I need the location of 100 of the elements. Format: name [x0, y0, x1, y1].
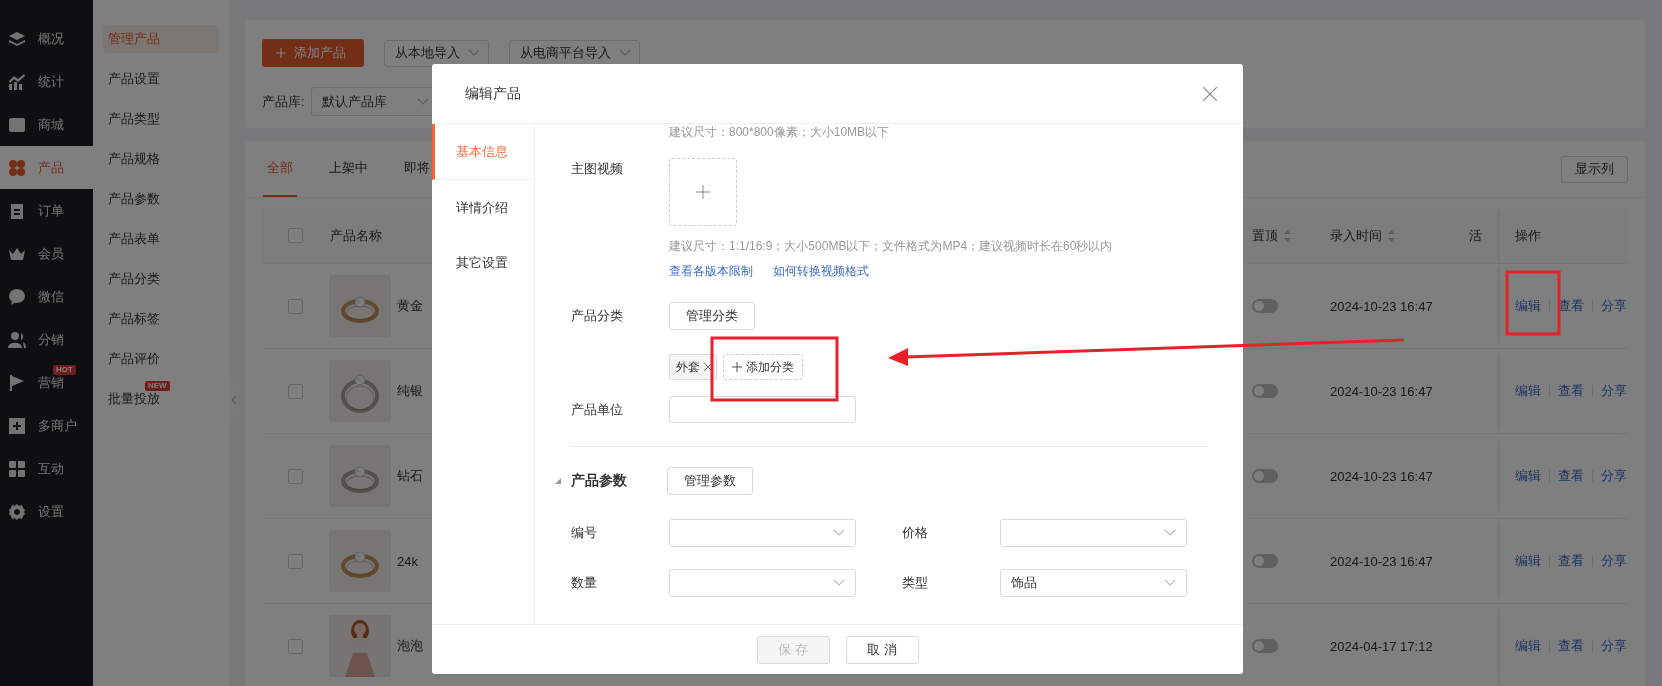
nav-icon [8, 459, 26, 478]
status-tab[interactable]: 全部 [263, 141, 297, 197]
checkbox[interactable] [288, 228, 303, 243]
pin-toggle[interactable] [1252, 554, 1278, 568]
submenu-item[interactable]: 产品分类 [103, 259, 219, 299]
nav-icon [8, 373, 26, 392]
columns-button[interactable]: 显示列 [1561, 155, 1628, 183]
nav-item[interactable]: 产品 [0, 146, 93, 189]
sort-icon[interactable] [1284, 229, 1291, 242]
checkbox[interactable] [288, 298, 303, 314]
action-link[interactable]: 查看 [1558, 552, 1584, 570]
section-title: 产品参数 [571, 472, 628, 490]
action-link[interactable]: 分享 [1601, 637, 1627, 655]
param-select[interactable] [669, 519, 856, 547]
nav-icon [8, 115, 26, 134]
nav-icon [8, 502, 26, 521]
manage-category-button[interactable]: 管理分类 [669, 302, 755, 330]
manage-params-button[interactable]: 管理参数 [667, 467, 753, 495]
submenu-item[interactable]: 管理产品 [103, 25, 219, 53]
sort-icon[interactable] [1388, 229, 1395, 242]
chevron-down-icon [416, 97, 429, 106]
nav-item[interactable]: 设置 [0, 490, 93, 533]
submenu-item[interactable]: 产品类型 [103, 99, 219, 139]
submenu-item[interactable]: NEW 批量投放 [103, 379, 219, 419]
chevron-left-icon [231, 396, 237, 404]
nav-icon [8, 330, 26, 349]
nav-icon [8, 416, 26, 435]
nav-item[interactable]: 概况 [0, 17, 93, 60]
product-name: 纯银 [397, 383, 423, 398]
checkbox[interactable] [288, 553, 303, 569]
add-category-button[interactable]: 添加分类 [723, 354, 803, 380]
plus-icon [276, 48, 286, 58]
pin-toggle[interactable] [1252, 639, 1278, 653]
new-badge: NEW [145, 381, 170, 391]
nav-item[interactable]: 订单 [0, 189, 93, 232]
checkbox[interactable] [288, 638, 303, 654]
action-link[interactable]: 编辑 [1515, 297, 1541, 315]
nav-item[interactable]: HOT 营销 [0, 361, 93, 404]
submenu-item[interactable]: 产品表单 [103, 219, 219, 259]
action-link[interactable]: 编辑 [1515, 467, 1541, 485]
param-select[interactable] [1000, 519, 1187, 547]
action-link[interactable]: 分享 [1601, 467, 1627, 485]
submenu-item[interactable]: 产品规格 [103, 139, 219, 179]
action-link[interactable]: 查看 [1558, 467, 1584, 485]
help-link[interactable]: 如何转换视频格式 [773, 263, 869, 280]
checkbox[interactable] [288, 383, 303, 399]
action-link[interactable]: 查看 [1558, 637, 1584, 655]
cancel-button[interactable]: 取 消 [845, 635, 919, 664]
param-select[interactable] [669, 569, 856, 597]
nav-item[interactable]: 分销 [0, 318, 93, 361]
status-tab[interactable]: 即将 [400, 141, 434, 197]
video-upload[interactable] [669, 158, 737, 226]
unit-input[interactable] [669, 396, 856, 423]
submenu-item[interactable]: 产品设置 [103, 59, 219, 99]
action-link[interactable]: 分享 [1601, 382, 1627, 400]
close-icon[interactable] [704, 363, 712, 371]
category-tag: 外套 [669, 354, 717, 380]
nav-item[interactable]: 多商户 [0, 404, 93, 447]
nav-item[interactable]: 商城 [0, 103, 93, 146]
submenu-item[interactable]: 产品标签 [103, 299, 219, 339]
help-link[interactable]: 查看各版本限制 [669, 263, 753, 280]
plus-icon [696, 185, 710, 199]
dialog-tab[interactable]: 基本信息 [432, 124, 534, 180]
pin-toggle[interactable] [1252, 469, 1278, 483]
entry-time: 2024-04-17 17:12 [1330, 638, 1433, 654]
nav-item[interactable]: 会员 [0, 232, 93, 275]
column-header: 产品名称 [330, 227, 382, 243]
column-header: 活 [1469, 227, 1482, 243]
chevron-down-icon [619, 49, 631, 57]
pin-toggle[interactable] [1252, 299, 1278, 313]
column-header: 操作 [1515, 226, 1541, 245]
action-link[interactable]: 分享 [1601, 552, 1627, 570]
action-link[interactable]: 编辑 [1515, 552, 1541, 570]
close-icon[interactable] [1203, 86, 1217, 101]
column-header: 置顶 [1252, 226, 1278, 245]
import-dropdown[interactable]: 从电商平台导入 [509, 39, 640, 67]
nav-item[interactable]: 微信 [0, 275, 93, 318]
nav-item[interactable]: 互动 [0, 447, 93, 490]
dialog-tab[interactable]: 详情介绍 [432, 180, 534, 235]
pin-toggle[interactable] [1252, 384, 1278, 398]
dialog-tab[interactable]: 其它设置 [432, 235, 534, 290]
status-tab[interactable]: 上架中 [325, 141, 372, 197]
nav-item[interactable]: 统计 [0, 60, 93, 103]
action-link[interactable]: 查看 [1558, 382, 1584, 400]
chevron-down-icon [833, 529, 845, 537]
caret-icon[interactable] [555, 478, 561, 484]
action-link[interactable]: 编辑 [1515, 637, 1541, 655]
field-label: 产品单位 [571, 400, 624, 419]
param-select[interactable]: 饰品 [1000, 569, 1187, 597]
field-label: 类型 [902, 574, 929, 592]
add-product-button[interactable]: 添加产品 [262, 39, 364, 67]
image-hint: 建议尺寸：800*800像素；大小10MB以下 [669, 124, 891, 141]
product-name: 钻石 [397, 468, 423, 483]
product-name: 泡泡 [397, 638, 423, 653]
submenu-item[interactable]: 产品参数 [103, 179, 219, 219]
checkbox[interactable] [288, 468, 303, 484]
action-link[interactable]: 编辑 [1515, 382, 1541, 400]
submenu-item[interactable]: 产品评价 [103, 339, 219, 379]
action-link[interactable]: 分享 [1601, 297, 1627, 315]
import-dropdown[interactable]: 从本地导入 [384, 39, 489, 67]
